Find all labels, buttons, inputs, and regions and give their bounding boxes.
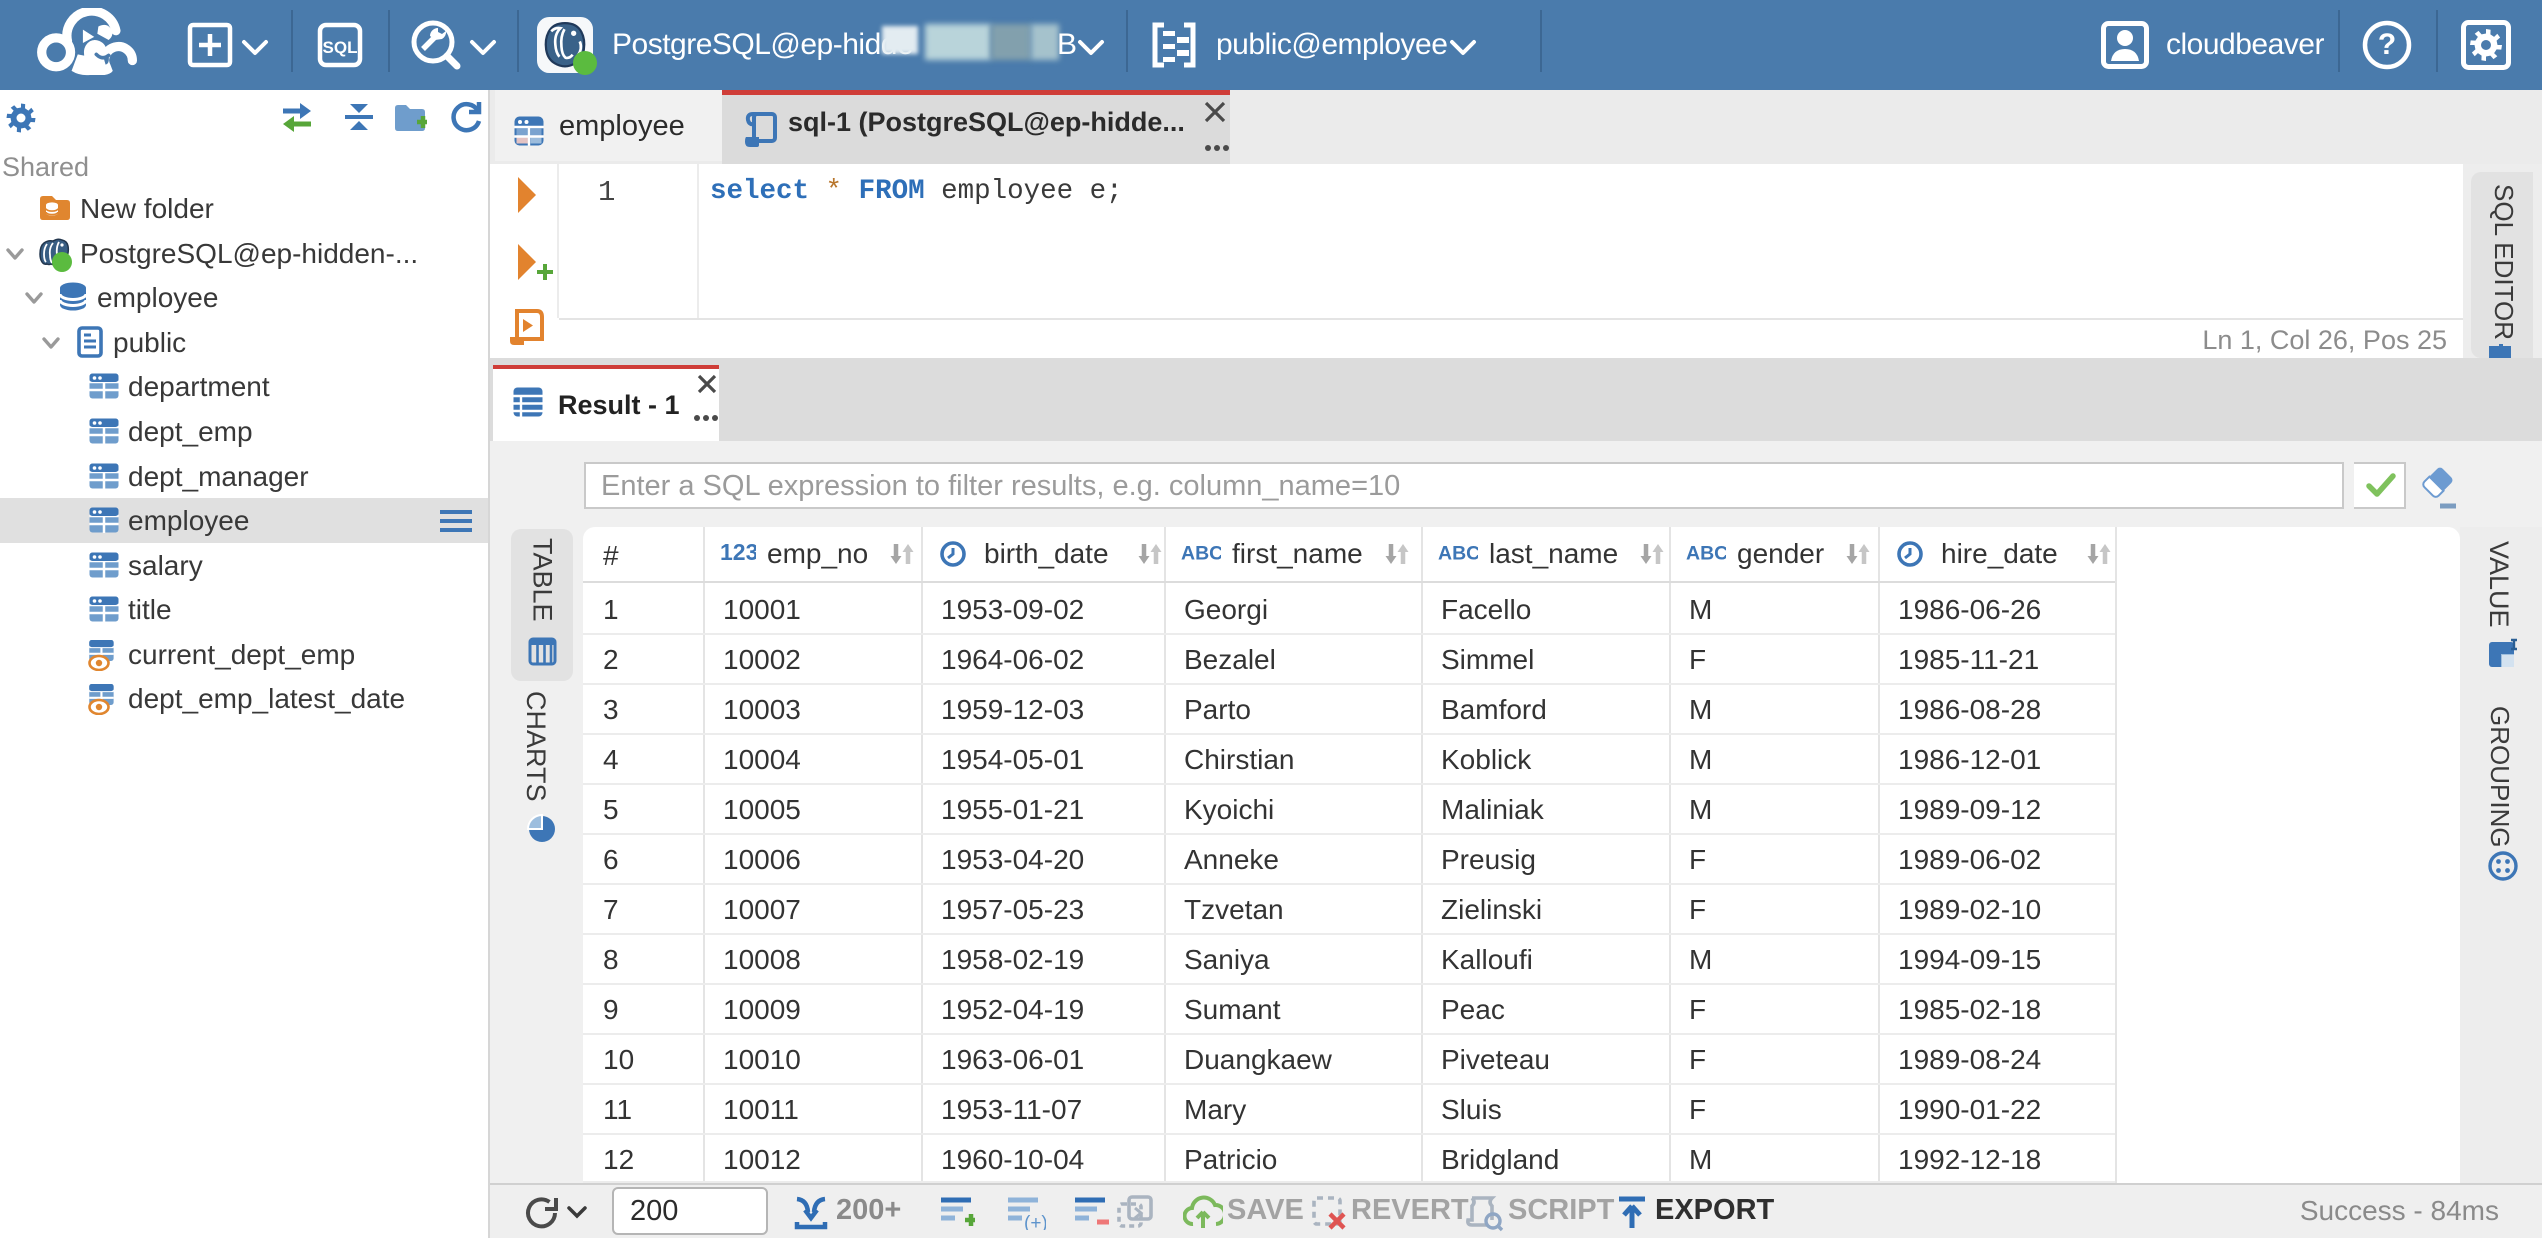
svg-text:ABC: ABC xyxy=(1181,543,1221,565)
svg-text:123: 123 xyxy=(720,541,756,565)
svg-text:(+): (+) xyxy=(1024,1213,1046,1230)
svg-text:SQL: SQL xyxy=(323,38,358,57)
svg-text:?: ? xyxy=(2378,28,2396,61)
svg-text:ABC: ABC xyxy=(1686,543,1726,565)
svg-text:ABC: ABC xyxy=(1438,543,1478,565)
